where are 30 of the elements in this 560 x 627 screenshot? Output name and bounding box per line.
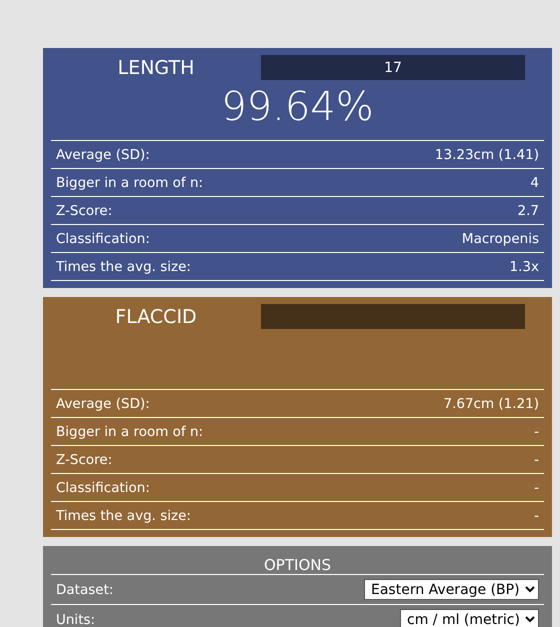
stat-value: 7.67cm (1.21) [443,396,539,412]
stat-label: Average (SD): [56,396,150,412]
stat-label: Bigger in a room of n: [56,174,204,190]
stat-label: Times the avg. size: [56,258,191,274]
stat-value: 2.7 [518,202,539,218]
value-input[interactable]: 17 [261,55,525,80]
stat-value: - [534,508,539,524]
option-select[interactable]: Eastern Average (BP) [364,579,539,600]
stat-label: Times the avg. size: [56,508,191,524]
stat-label: Z-Score: [56,202,112,218]
stat-label: Bigger in a room of n: [56,424,204,440]
stat-value: 4 [530,174,539,190]
stat-value: 1.3x [510,258,539,274]
stat-label: Classification: [56,480,150,496]
stat-label: Z-Score: [56,452,112,468]
stat-value: - [534,452,539,468]
stat-label: Average (SD): [56,146,150,162]
value-input[interactable] [261,304,525,329]
stat-value: - [534,424,539,440]
options-title: OPTIONS [264,556,331,574]
section-title: FLACCID [114,306,198,328]
option-select[interactable]: cm / ml (metric) [400,609,539,627]
section-title: LENGTH [116,56,196,78]
stat-value: 13.23cm (1.41) [434,146,539,162]
option-label: Units: [56,612,96,627]
stat-label: Classification: [56,230,150,246]
option-label: Dataset: [56,582,114,598]
stat-value: - [534,480,539,496]
stat-value: Macropenis [462,230,539,246]
percentile-value: 99.64% [221,84,374,130]
